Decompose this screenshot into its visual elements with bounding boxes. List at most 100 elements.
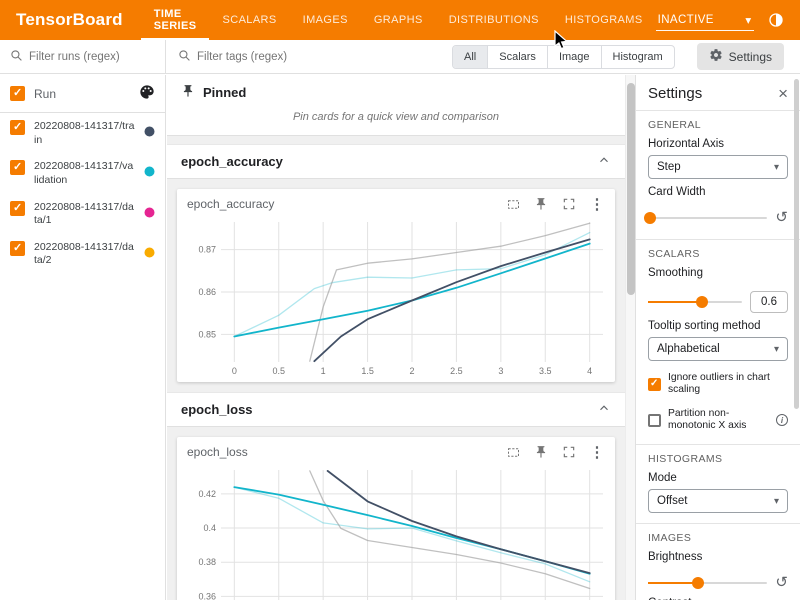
checkbox-label: Partition non-monotonic X axis xyxy=(668,408,769,433)
settings-section-scalars: SCALARS Smoothing 0.6 Tooltip sorting me… xyxy=(636,240,800,444)
pin-icon xyxy=(181,84,195,101)
svg-text:0.86: 0.86 xyxy=(198,287,216,297)
ignore-outliers-checkbox[interactable]: Ignore outliers in chart scaling xyxy=(648,372,788,397)
tab-images[interactable]: IMAGES xyxy=(290,0,361,40)
fit-to-data-icon[interactable] xyxy=(505,444,521,460)
chevron-down-icon: ▾ xyxy=(774,496,779,507)
filter-runs-input[interactable] xyxy=(29,51,155,63)
pin-icon[interactable] xyxy=(533,196,549,212)
brightness-slider[interactable] xyxy=(648,582,767,584)
svg-text:2: 2 xyxy=(409,366,414,376)
filter-scalars-button[interactable]: Scalars xyxy=(488,46,548,68)
brightness-label: Brightness xyxy=(648,551,788,563)
section-header-epoch-loss[interactable]: epoch_loss xyxy=(167,392,625,427)
fit-to-data-icon[interactable] xyxy=(505,196,521,212)
card-width-label: Card Width xyxy=(648,186,788,198)
tooltip-sorting-select[interactable]: Alphabetical ▾ xyxy=(648,337,788,361)
more-options-icon[interactable]: ⋮ xyxy=(589,444,605,460)
run-status-dropdown[interactable]: INACTIVE ▾ xyxy=(656,10,754,31)
horizontal-axis-select[interactable]: Step ▾ xyxy=(648,155,788,179)
palette-icon[interactable] xyxy=(139,84,155,103)
checkbox-icon[interactable] xyxy=(10,86,25,101)
histogram-mode-select[interactable]: Offset ▾ xyxy=(648,489,788,513)
settings-scrollbar-thumb[interactable] xyxy=(794,79,799,409)
svg-text:2.5: 2.5 xyxy=(450,366,463,376)
svg-text:1: 1 xyxy=(321,366,326,376)
mode-label: Mode xyxy=(648,472,788,484)
smoothing-slider[interactable] xyxy=(648,301,742,303)
more-options-icon[interactable]: ⋮ xyxy=(589,196,605,212)
filter-all-button[interactable]: All xyxy=(453,46,488,68)
svg-text:0.4: 0.4 xyxy=(203,523,216,533)
pin-icon[interactable] xyxy=(533,444,549,460)
settings-section-general: GENERAL Horizontal Axis Step ▾ Card Widt… xyxy=(636,111,800,239)
smoothing-label: Smoothing xyxy=(648,267,788,279)
scalar-card-epoch-accuracy: epoch_accuracy ⋮ xyxy=(177,189,615,382)
loss-chart[interactable]: 00.511.522.533.540.360.380.40.42 xyxy=(187,462,611,600)
settings-section-histograms: HISTOGRAMS Mode Offset ▾ xyxy=(636,445,800,523)
runs-filter-area xyxy=(0,40,166,73)
reset-icon[interactable]: ↺ xyxy=(775,210,788,225)
select-value: Step xyxy=(657,161,681,173)
run-color-dot xyxy=(144,247,155,258)
chevron-down-icon: ▾ xyxy=(774,344,779,355)
run-row-data-2[interactable]: 20220808-141317/data/2 xyxy=(0,234,165,274)
card-width-slider[interactable] xyxy=(648,217,767,219)
checkbox-icon[interactable] xyxy=(10,120,25,135)
scrollbar-thumb[interactable] xyxy=(627,83,635,295)
filter-tags-input[interactable] xyxy=(197,51,446,63)
main-scrollbar xyxy=(625,75,635,600)
contrast-theme-icon[interactable] xyxy=(767,11,785,29)
close-icon[interactable]: × xyxy=(778,85,788,102)
checkbox-icon xyxy=(648,378,661,391)
fullscreen-icon[interactable] xyxy=(561,444,577,460)
settings-button[interactable]: Settings xyxy=(697,43,784,70)
run-label: 20220808-141317/train xyxy=(34,120,135,147)
tab-histograms[interactable]: HISTOGRAMS xyxy=(552,0,656,40)
tab-time-series[interactable]: TIME SERIES xyxy=(141,0,210,40)
header-actions: INACTIVE ▾ ? xyxy=(656,10,800,31)
svg-text:0.85: 0.85 xyxy=(198,329,216,339)
svg-text:1.5: 1.5 xyxy=(361,366,374,376)
settings-panel: Settings × GENERAL Horizontal Axis Step … xyxy=(635,75,800,600)
tab-graphs[interactable]: GRAPHS xyxy=(361,0,436,40)
fullscreen-icon[interactable] xyxy=(561,196,577,212)
settings-section-images: IMAGES Brightness ↺ Contrast ↺ Show actu… xyxy=(636,524,800,600)
checkbox-icon[interactable] xyxy=(10,241,25,256)
app-logo[interactable]: TensorBoard xyxy=(0,10,141,30)
search-icon xyxy=(178,49,191,65)
plugin-type-filter-group: All Scalars Image Histogram xyxy=(452,45,675,69)
runs-header-row: Run xyxy=(0,75,165,113)
section-header-epoch-accuracy[interactable]: epoch_accuracy xyxy=(167,144,625,179)
search-icon xyxy=(10,49,23,65)
chevron-up-icon[interactable] xyxy=(597,401,611,418)
svg-text:4: 4 xyxy=(587,366,592,376)
partition-x-axis-checkbox[interactable]: Partition non-monotonic X axis i xyxy=(648,408,788,433)
chevron-down-icon: ▾ xyxy=(745,13,751,27)
reset-icon[interactable]: ↺ xyxy=(775,575,788,590)
select-value: Alphabetical xyxy=(657,343,720,355)
run-row-validation[interactable]: 20220808-141317/validation xyxy=(0,153,165,193)
smoothing-value-input[interactable]: 0.6 xyxy=(750,291,788,313)
checkbox-icon[interactable] xyxy=(10,160,25,175)
accuracy-chart[interactable]: 00.511.522.533.540.850.860.87 xyxy=(187,214,611,378)
scalar-card-epoch-loss: epoch_loss ⋮ xyxy=(177,437,615,600)
run-color-dot xyxy=(144,126,155,137)
filter-image-button[interactable]: Image xyxy=(548,46,602,68)
checkbox-icon[interactable] xyxy=(10,201,25,216)
section-heading: IMAGES xyxy=(648,532,788,544)
chevron-up-icon[interactable] xyxy=(597,153,611,170)
info-icon: i xyxy=(776,414,788,426)
gear-icon xyxy=(709,48,723,65)
cards-main-area: Pinned Pin cards for a quick view and co… xyxy=(167,75,635,600)
run-row-train[interactable]: 20220808-141317/train xyxy=(0,113,165,153)
nav-tabs: TIME SERIES SCALARS IMAGES GRAPHS DISTRI… xyxy=(141,0,656,40)
pinned-empty-hint: Pin cards for a quick view and compariso… xyxy=(181,101,611,125)
run-label: 20220808-141317/validation xyxy=(34,160,135,187)
run-label: 20220808-141317/data/1 xyxy=(34,201,135,228)
run-row-data-1[interactable]: 20220808-141317/data/1 xyxy=(0,194,165,234)
filter-histogram-button[interactable]: Histogram xyxy=(602,46,674,68)
tab-distributions[interactable]: DISTRIBUTIONS xyxy=(436,0,552,40)
pinned-section: Pinned Pin cards for a quick view and co… xyxy=(167,75,625,136)
tab-scalars[interactable]: SCALARS xyxy=(209,0,289,40)
